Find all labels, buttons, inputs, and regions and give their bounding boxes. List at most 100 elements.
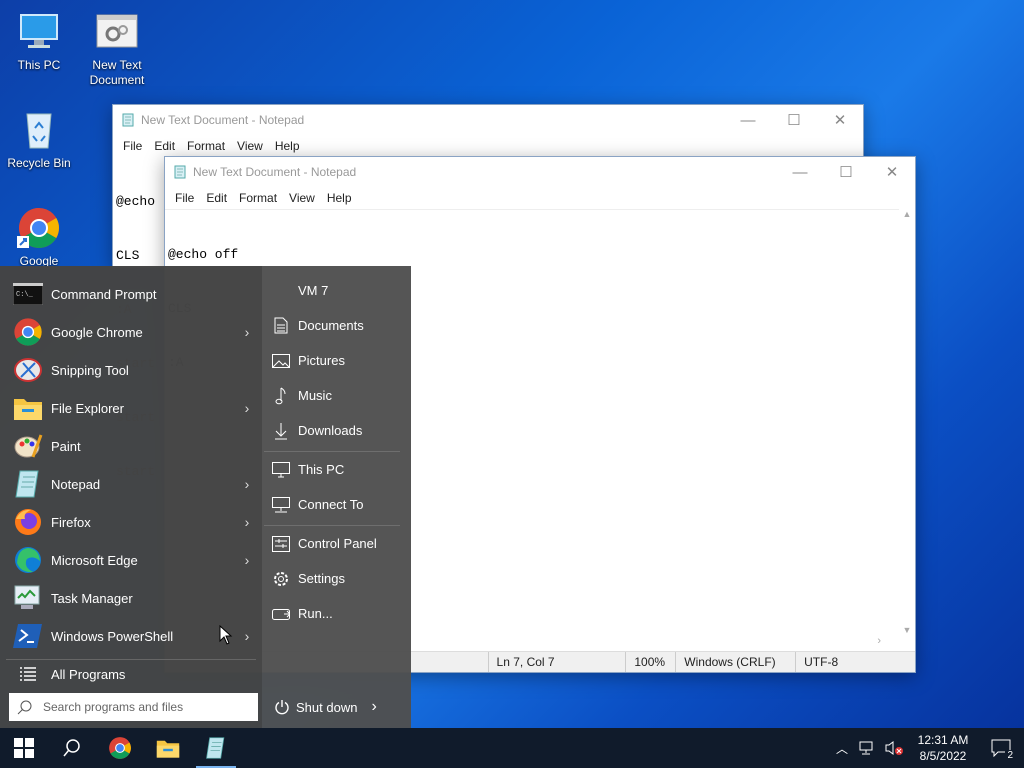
place-control-panel[interactable]: Control Panel [264, 526, 404, 561]
program-microsoft-edge[interactable]: Microsoft Edge › [0, 541, 262, 579]
task-manager-icon [12, 582, 44, 614]
notepad-icon [12, 468, 44, 500]
snipping-tool-icon [12, 354, 44, 386]
place-this-pc[interactable]: This PC [264, 452, 404, 487]
place-label: Run... [298, 606, 333, 621]
program-label: Snipping Tool [51, 362, 129, 378]
gear-icon [270, 568, 292, 590]
program-label: Notepad [51, 476, 101, 492]
scroll-up-arrow-icon[interactable]: ▲ [899, 209, 915, 219]
start-button[interactable] [0, 728, 48, 768]
desktop-icon-label: Recycle Bin [7, 156, 71, 170]
place-run[interactable]: Run... [264, 596, 404, 631]
desktop-icon-label: This PC [17, 58, 61, 72]
network-icon[interactable] [858, 740, 876, 756]
place-music[interactable]: Music [264, 378, 404, 413]
minimize-button[interactable]: — [725, 105, 771, 135]
notification-center-button[interactable]: 2 [978, 728, 1024, 768]
search-icon [17, 700, 32, 715]
menu-help[interactable]: Help [269, 139, 306, 153]
submenu-arrow-icon[interactable]: › [232, 552, 262, 568]
place-label: Documents [298, 318, 364, 333]
desktop-icon-recycle-bin[interactable]: Recycle Bin [1, 108, 77, 171]
place-pictures[interactable]: Pictures [264, 343, 404, 378]
menu-file[interactable]: File [169, 191, 200, 205]
menu-format[interactable]: Format [181, 139, 231, 153]
close-button[interactable]: ✕ [817, 105, 863, 135]
menu-view[interactable]: View [283, 191, 321, 205]
place-label: VM 7 [298, 283, 329, 298]
program-paint[interactable]: Paint [0, 427, 262, 465]
program-file-explorer[interactable]: File Explorer › [0, 389, 262, 427]
taskbar-chrome[interactable] [96, 728, 144, 768]
program-notepad[interactable]: Notepad › [0, 465, 262, 503]
submenu-arrow-icon[interactable]: › [232, 476, 262, 492]
mouse-cursor-icon [219, 625, 233, 645]
program-snipping-tool[interactable]: Snipping Tool [0, 351, 262, 389]
menu-edit[interactable]: Edit [200, 191, 233, 205]
program-label: Google Chrome [51, 324, 143, 340]
place-downloads[interactable]: Downloads [264, 413, 404, 448]
chrome-icon [109, 737, 131, 759]
taskbar-search-button[interactable] [48, 728, 96, 768]
place-settings[interactable]: Settings [264, 561, 404, 596]
place-label: Music [298, 388, 332, 403]
place-connect-to[interactable]: Connect To [264, 487, 404, 522]
search-input[interactable]: Search programs and files [9, 693, 258, 721]
scroll-right-arrow-icon[interactable]: › [877, 635, 881, 647]
submenu-arrow-icon[interactable]: › [232, 400, 262, 416]
clock[interactable]: 12:31 AM 8/5/2022 [908, 732, 978, 764]
taskbar-notepad[interactable] [192, 728, 240, 768]
run-icon [270, 603, 292, 625]
edge-icon [12, 544, 44, 576]
program-command-prompt[interactable]: C:\_ Command Prompt [0, 275, 262, 313]
notepad-icon [174, 165, 186, 179]
window-title: New Text Document - Notepad [141, 113, 305, 127]
title-bar[interactable]: New Text Document - Notepad — ☐ ✕ [113, 105, 863, 135]
submenu-arrow-icon[interactable]: › [232, 324, 262, 340]
program-google-chrome[interactable]: Google Chrome › [0, 313, 262, 351]
chevron-up-icon[interactable]: ︿ [830, 740, 854, 757]
title-bar[interactable]: New Text Document - Notepad — ☐ ✕ [165, 157, 915, 187]
window-title: New Text Document - Notepad [193, 165, 357, 179]
shutdown-button[interactable]: Shut down › [264, 693, 404, 721]
program-label: File Explorer [51, 400, 124, 416]
windows-logo-icon [14, 738, 34, 758]
menu-help[interactable]: Help [321, 191, 358, 205]
clock-date: 8/5/2022 [919, 749, 967, 763]
volume-muted-icon[interactable] [884, 740, 904, 756]
svg-text:C:\_: C:\_ [16, 291, 34, 299]
menu-format[interactable]: Format [233, 191, 283, 205]
powershell-icon [12, 620, 44, 652]
place-label: Settings [298, 571, 345, 586]
place-documents[interactable]: Documents [264, 308, 404, 343]
place-user[interactable]: VM 7 [264, 273, 404, 308]
menu-edit[interactable]: Edit [148, 139, 181, 153]
scroll-down-arrow-icon[interactable]: ▼ [899, 625, 915, 635]
chevron-right-icon[interactable]: › [371, 698, 376, 716]
document-icon [270, 315, 292, 337]
menu-view[interactable]: View [231, 139, 269, 153]
music-icon [270, 385, 292, 407]
notification-count: 2 [1005, 750, 1015, 761]
minimize-button[interactable]: — [777, 157, 823, 187]
desktop-icon-new-text-document[interactable]: New Text Document [79, 10, 155, 88]
all-programs-button[interactable]: All Programs [0, 655, 262, 693]
submenu-arrow-icon[interactable]: › [232, 628, 262, 644]
vertical-scrollbar[interactable]: ▲ ▼ [899, 209, 915, 635]
maximize-button[interactable]: ☐ [771, 105, 817, 135]
program-task-manager[interactable]: Task Manager [0, 579, 262, 617]
program-firefox[interactable]: Firefox › [0, 503, 262, 541]
notepad-icon [206, 737, 225, 759]
desktop-icon-this-pc[interactable]: This PC [1, 10, 77, 73]
power-icon [275, 700, 289, 715]
close-button[interactable]: ✕ [869, 157, 915, 187]
clock-time: 12:31 AM [917, 733, 969, 747]
maximize-button[interactable]: ☐ [823, 157, 869, 187]
menu-file[interactable]: File [117, 139, 148, 153]
desktop-icon-google-chrome[interactable]: Google [1, 206, 77, 269]
status-line-ending: Windows (CRLF) [675, 652, 795, 672]
taskbar-file-explorer[interactable] [144, 728, 192, 768]
submenu-arrow-icon[interactable]: › [232, 514, 262, 530]
cmd-icon: C:\_ [12, 278, 44, 310]
